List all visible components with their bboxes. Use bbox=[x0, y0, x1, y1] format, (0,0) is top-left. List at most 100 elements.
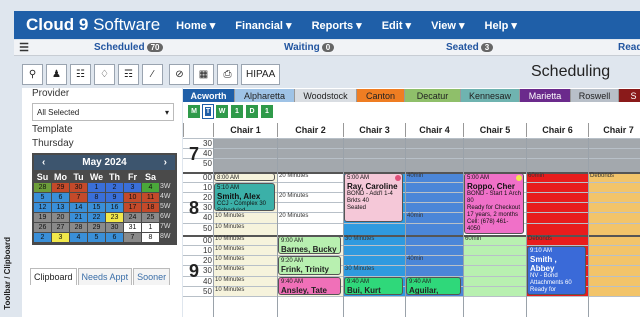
template-value[interactable]: Thursday bbox=[22, 138, 182, 150]
calendar-day[interactable]: 11 bbox=[142, 193, 159, 202]
slot-label[interactable]: 10 Minutes bbox=[215, 246, 244, 252]
menu-financial[interactable]: Financial ▾ bbox=[235, 19, 291, 32]
calendar-icon[interactable]: ▦ bbox=[193, 63, 214, 85]
calendar-day[interactable]: 12 bbox=[34, 203, 51, 212]
calendar-day[interactable]: 30 bbox=[70, 183, 87, 192]
slot-label[interactable]: 20 Minutes bbox=[279, 173, 308, 179]
calendar-day[interactable]: 19 bbox=[34, 213, 51, 222]
appointment-card[interactable]: 5:10 AM Smith, Alex CCJ - Complex 30 Schedu… bbox=[214, 182, 275, 212]
calendar-day[interactable]: 27 bbox=[52, 223, 69, 232]
calendar-day[interactable]: 7 bbox=[124, 233, 141, 242]
menu-view[interactable]: View ▾ bbox=[431, 19, 464, 32]
provider-select[interactable]: All Selected ▾ bbox=[32, 103, 174, 121]
calendar-day[interactable]: 17 bbox=[124, 203, 141, 212]
menu-edit[interactable]: Edit ▾ bbox=[382, 19, 411, 32]
building-icon[interactable]: ☷ bbox=[70, 63, 91, 85]
calendar-day[interactable]: 5 bbox=[88, 233, 105, 242]
view-subtab[interactable]: M bbox=[188, 105, 200, 118]
calendar-day[interactable]: 14 bbox=[70, 203, 87, 212]
calendar-day[interactable]: 25 bbox=[142, 213, 159, 222]
status-ready[interactable]: Read bbox=[618, 42, 640, 53]
menu-reports[interactable]: Reports ▾ bbox=[312, 19, 362, 32]
calendar-day[interactable]: 24 bbox=[124, 213, 141, 222]
calendar-day[interactable]: 7 bbox=[70, 193, 87, 202]
location-tab[interactable]: Decatur bbox=[405, 89, 461, 102]
calendar-day[interactable]: 28 bbox=[34, 183, 51, 192]
appointment-card[interactable]: 9:00 AM Barnes, Bucky bbox=[278, 235, 341, 255]
slot-label[interactable]: 10 Minutes bbox=[215, 266, 244, 272]
appointment-card[interactable]: 9:40 AM Ansley, Tate bbox=[278, 276, 341, 295]
appointment-card[interactable]: 8:00 AM bbox=[214, 172, 275, 181]
truck-icon[interactable]: ☶ bbox=[118, 63, 139, 85]
calendar-day[interactable]: 30 bbox=[106, 223, 123, 232]
bell-icon[interactable]: ♢ bbox=[94, 63, 115, 85]
wand-icon[interactable]: ∕ bbox=[142, 63, 163, 85]
calendar-day[interactable]: 3 bbox=[52, 233, 69, 242]
slot-label[interactable]: 30 Minutes bbox=[345, 236, 374, 242]
calendar-day[interactable]: 29 bbox=[88, 223, 105, 232]
tab-needs-appt[interactable]: Needs Appt bbox=[77, 268, 133, 285]
appointment-card[interactable]: 9:10 AM Smith , Abbey NV - Bond Attachments… bbox=[527, 246, 586, 295]
menu-home[interactable]: Home ▾ bbox=[176, 19, 215, 32]
location-tab[interactable]: Woodstock bbox=[295, 89, 357, 102]
calendar-day[interactable]: 20 bbox=[52, 213, 69, 222]
calendar-day[interactable]: 28 bbox=[70, 223, 87, 232]
appointment-card[interactable]: 5:00 AM Ray, Caroline BOND - Add'l 1-4 Brkt… bbox=[344, 172, 403, 222]
slot-label[interactable]: 10 Minutes bbox=[215, 213, 244, 219]
calendar-day[interactable]: 16 bbox=[106, 203, 123, 212]
slot-label[interactable]: 40min bbox=[407, 256, 423, 262]
slot-label[interactable]: 10 Minutes bbox=[215, 236, 244, 242]
calendar-day[interactable]: 9 bbox=[106, 193, 123, 202]
calendar-day[interactable]: 26 bbox=[34, 223, 51, 232]
slot-label[interactable]: 30 Minutes bbox=[345, 266, 374, 272]
calendar-day[interactable]: 22 bbox=[88, 213, 105, 222]
calendar-day[interactable]: 4 bbox=[70, 233, 87, 242]
calendar-day[interactable]: 5 bbox=[34, 193, 51, 202]
location-tab[interactable]: Kennesaw bbox=[461, 89, 520, 102]
appointment-card[interactable]: 9:40 AM Bui, Kurt bbox=[344, 276, 403, 295]
view-subtab[interactable]: T bbox=[202, 104, 214, 119]
slot-label[interactable]: 10 Minutes bbox=[215, 287, 244, 293]
search-icon[interactable]: ⚲ bbox=[22, 63, 43, 85]
tab-clipboard[interactable]: Clipboard bbox=[30, 268, 77, 285]
location-tab[interactable]: S bbox=[619, 89, 640, 102]
calendar-day[interactable]: 2 bbox=[106, 183, 123, 192]
prev-month-icon[interactable]: ‹ bbox=[42, 157, 45, 168]
calendar-day[interactable]: 10 bbox=[124, 193, 141, 202]
slot-label[interactable]: Debonds bbox=[528, 236, 552, 242]
calendar-day[interactable]: 1 bbox=[88, 183, 105, 192]
calendar-day[interactable]: 15 bbox=[88, 203, 105, 212]
patient-icon[interactable]: ♟ bbox=[46, 63, 67, 85]
calendar-day[interactable]: 29 bbox=[52, 183, 69, 192]
calendar-day[interactable]: 1 bbox=[142, 223, 159, 232]
appointment-card[interactable]: 9:40 AMAguilar, Tanya bbox=[406, 276, 461, 295]
tab-sooner[interactable]: Sooner bbox=[133, 268, 171, 285]
location-tab[interactable]: Marietta bbox=[520, 89, 571, 102]
status-seated[interactable]: Seated 3 bbox=[446, 42, 494, 53]
location-tab[interactable]: Canton bbox=[357, 89, 405, 102]
slot-label[interactable]: 60min bbox=[528, 173, 544, 179]
slot-label[interactable]: 10 Minutes bbox=[215, 256, 244, 262]
slot-label[interactable]: 10 Minutes bbox=[215, 224, 244, 230]
calendar-day[interactable]: 21 bbox=[70, 213, 87, 222]
calendar-day[interactable]: 23 bbox=[106, 213, 123, 222]
view-subtab[interactable]: 1 bbox=[231, 105, 243, 118]
location-tab[interactable]: Roswell bbox=[571, 89, 619, 102]
toolbar-clipboard-side-tab[interactable]: Toolbar / Clipboard bbox=[0, 230, 14, 317]
location-tab[interactable]: Alpharetta bbox=[235, 89, 295, 102]
view-subtab[interactable]: D bbox=[246, 105, 258, 118]
menu-help[interactable]: Help ▾ bbox=[485, 19, 517, 32]
calendar-day[interactable]: 13 bbox=[52, 203, 69, 212]
calendar-day[interactable]: 2 bbox=[34, 233, 51, 242]
next-month-icon[interactable]: › bbox=[164, 157, 167, 168]
slot-label[interactable]: Debonds bbox=[590, 173, 614, 179]
status-waiting[interactable]: Waiting 0 bbox=[284, 42, 335, 53]
slot-label[interactable]: 40min bbox=[407, 213, 423, 219]
print-icon[interactable]: ⎙ bbox=[217, 63, 238, 85]
slot-label[interactable]: 60min bbox=[465, 236, 481, 242]
hipaa-button[interactable]: HIPAA bbox=[241, 63, 281, 85]
calendar-day[interactable]: 6 bbox=[52, 193, 69, 202]
appointment-card[interactable]: 9:20 AM Frink, Trinity bbox=[278, 256, 341, 275]
calendar-day[interactable]: 18 bbox=[142, 203, 159, 212]
location-tab[interactable]: Acworth bbox=[183, 89, 235, 102]
